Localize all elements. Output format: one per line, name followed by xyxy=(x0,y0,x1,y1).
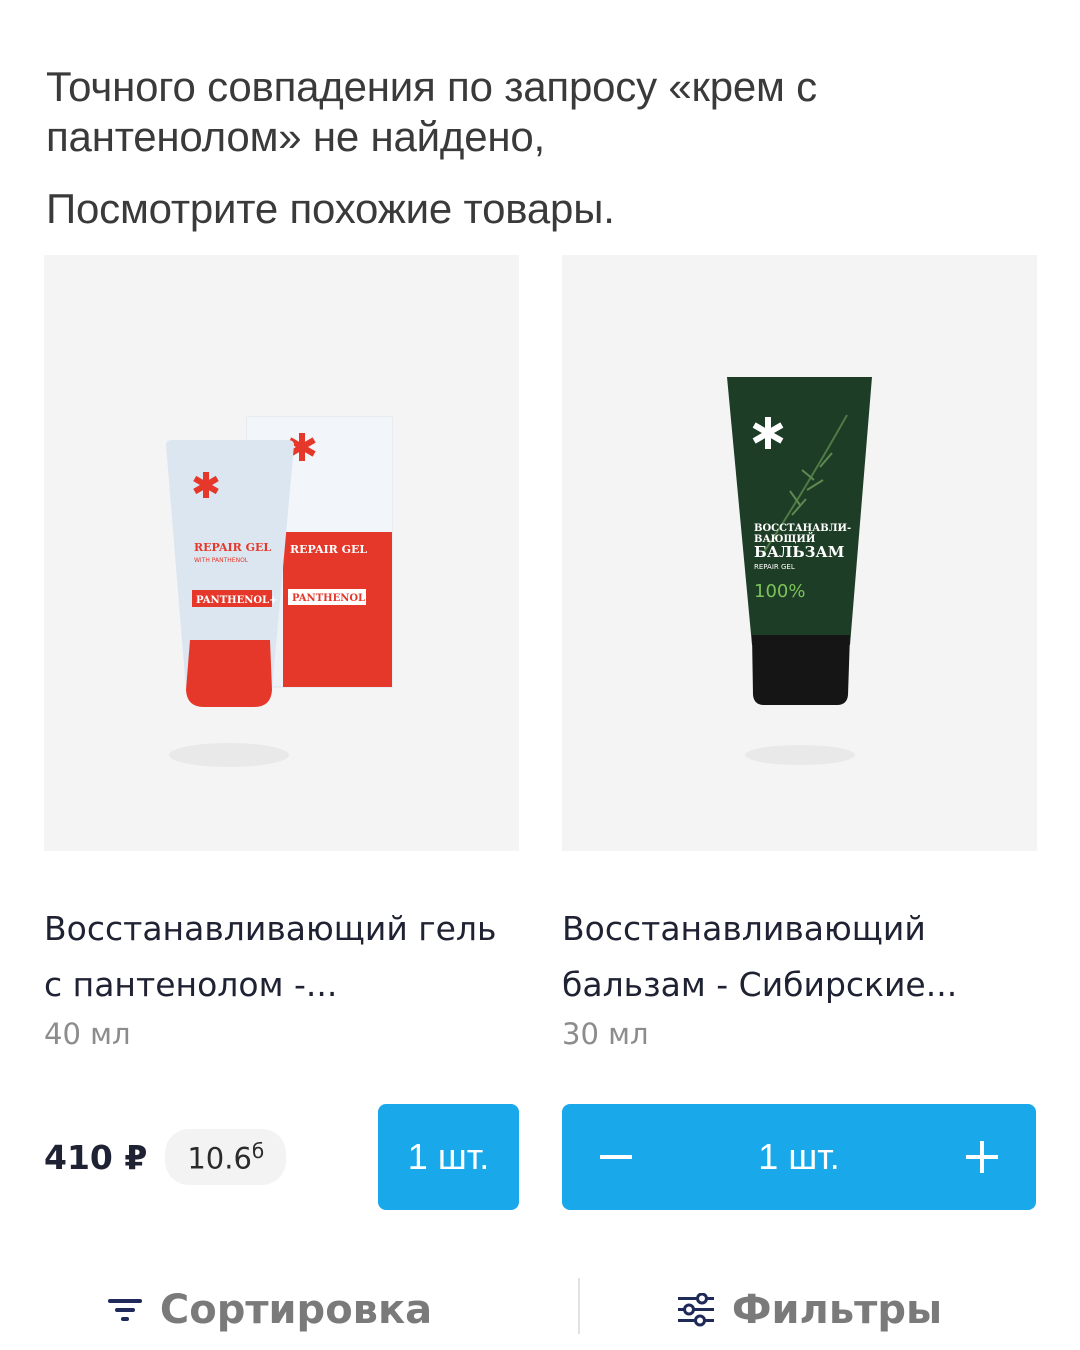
product-price: 410 ₽ xyxy=(44,1137,148,1177)
no-match-text-line1: Точного совпадения по запросу «крем с xyxy=(46,63,817,110)
product-image-repair-gel[interactable]: REPAIR GEL PANTHENOL+ REPAIR GEL WITH PA… xyxy=(44,255,519,851)
quantity-value: 1 шт. xyxy=(758,1136,840,1177)
svg-text:REPAIR GEL: REPAIR GEL xyxy=(754,563,795,571)
svg-text:БАЛЬЗАМ: БАЛЬЗАМ xyxy=(754,543,844,561)
sort-label: Сортировка xyxy=(159,1287,433,1333)
search-notice: Точного совпадения по запросу «крем с па… xyxy=(46,62,1026,234)
toolbar-divider xyxy=(578,1278,580,1334)
plus-icon xyxy=(966,1141,998,1173)
product-image-balm[interactable]: ВОССТАНАВЛИ- ВАЮЩИЙ БАЛЬЗАМ REPAIR GEL 1… xyxy=(562,255,1037,851)
decrease-quantity-button[interactable] xyxy=(586,1127,646,1187)
product-card-repair-gel[interactable]: REPAIR GEL PANTHENOL+ REPAIR GEL WITH PA… xyxy=(44,255,519,1051)
svg-text:PANTHENOL+: PANTHENOL+ xyxy=(292,593,373,604)
svg-text:WITH PANTHENOL: WITH PANTHENOL xyxy=(194,557,249,564)
svg-text:PANTHENOL+: PANTHENOL+ xyxy=(196,595,277,606)
sort-icon xyxy=(107,1299,142,1321)
increase-quantity-button[interactable] xyxy=(952,1127,1012,1187)
svg-text:REPAIR GEL: REPAIR GEL xyxy=(290,543,367,556)
similar-products-text: Посмотрите похожие товары. xyxy=(46,185,615,232)
svg-text:ВОССТАНАВЛИ-: ВОССТАНАВЛИ- xyxy=(754,523,851,534)
balm-illustration: ВОССТАНАВЛИ- ВАЮЩИЙ БАЛЬЗАМ REPAIR GEL 1… xyxy=(727,377,872,765)
add-to-cart-button[interactable]: 1 шт. xyxy=(378,1104,519,1210)
no-match-text-line2: пантенолом» не найдено, xyxy=(46,113,546,160)
product-title-line2: с пантенолом -... xyxy=(44,965,338,1004)
product-title-line2: бальзам - Сибирские... xyxy=(562,965,958,1004)
svg-text:100%: 100% xyxy=(754,581,805,602)
filters-icon xyxy=(677,1293,714,1327)
bottom-toolbar: Сортировка Фильтры xyxy=(0,1270,1080,1350)
product-volume: 40 мл xyxy=(44,1017,131,1051)
product-title-repair-gel[interactable]: Восстанавливающий гель с пантенолом -... xyxy=(44,901,519,1013)
sort-button[interactable]: Сортировка xyxy=(0,1287,540,1333)
product-title-line1: Восстанавливающий xyxy=(562,909,926,948)
points-suffix: б xyxy=(251,1138,265,1163)
filters-button[interactable]: Фильтры xyxy=(540,1287,1080,1333)
product-card-balm[interactable]: ВОССТАНАВЛИ- ВАЮЩИЙ БАЛЬЗАМ REPAIR GEL 1… xyxy=(562,255,1037,1051)
points-badge: 10.6б xyxy=(165,1128,287,1186)
svg-text:REPAIR GEL: REPAIR GEL xyxy=(194,541,271,554)
repair-gel-illustration: REPAIR GEL PANTHENOL+ REPAIR GEL WITH PA… xyxy=(166,416,393,767)
product-volume: 30 мл xyxy=(562,1017,649,1051)
filters-label: Фильтры xyxy=(731,1287,943,1333)
price-row-repair-gel: 410 ₽ 10.6б xyxy=(44,1104,287,1210)
minus-icon xyxy=(600,1155,632,1159)
product-title-balm[interactable]: Восстанавливающий бальзам - Сибирские... xyxy=(562,901,1037,1013)
points-value: 10.6 xyxy=(187,1141,252,1176)
product-title-line1: Восстанавливающий гель xyxy=(44,909,497,948)
quantity-stepper: 1 шт. xyxy=(562,1104,1036,1210)
